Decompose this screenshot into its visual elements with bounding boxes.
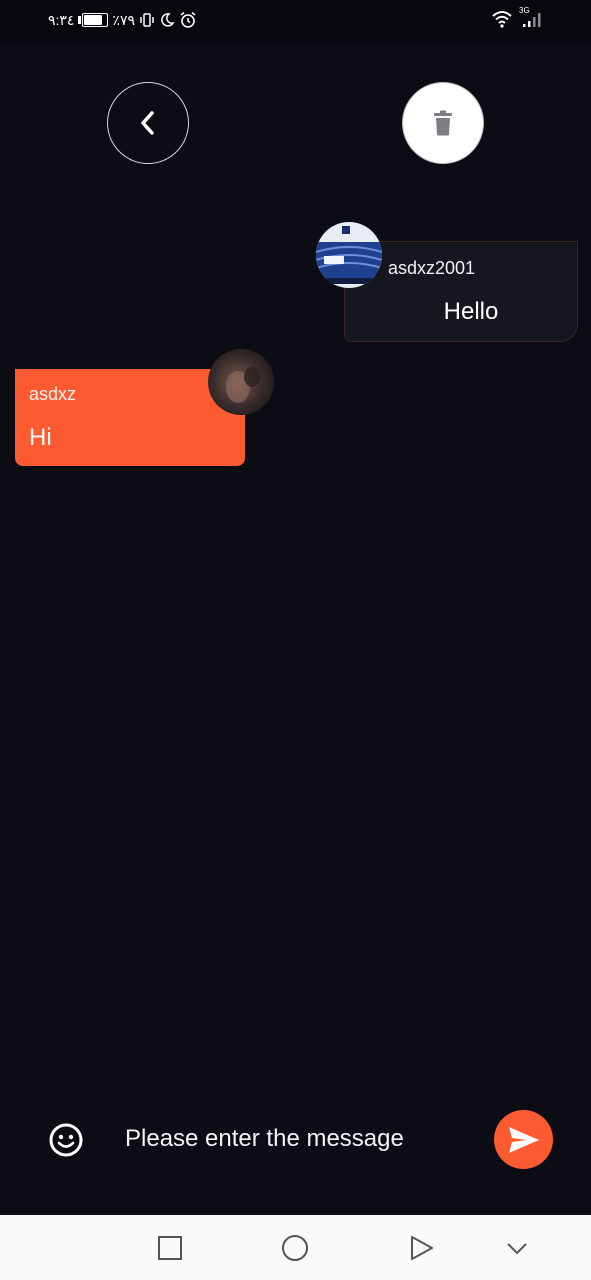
hide-chevron-down-icon (507, 1243, 527, 1255)
back-triangle-icon (411, 1236, 433, 1260)
message-sender: asdxz2001 (388, 258, 476, 278)
avatar-photo-icon (208, 349, 274, 415)
message-text: Hi (29, 424, 52, 451)
recents-button[interactable] (155, 1233, 185, 1263)
back-button[interactable] (107, 82, 189, 164)
chevron-left-icon (141, 111, 154, 135)
message-text: Hello (443, 298, 499, 325)
message-sender: asdxz (29, 384, 77, 404)
emoji-button[interactable] (48, 1122, 84, 1158)
avatar[interactable] (208, 349, 274, 415)
network-type: 3G (519, 6, 530, 15)
system-nav-bar (0, 1215, 591, 1280)
status-time: ٩:٣٤ (48, 11, 75, 28)
hide-nav-button[interactable] (502, 1233, 532, 1263)
alarm-icon (179, 11, 197, 29)
status-bar: ٩:٣٤ ٪٧٩ 3G (0, 0, 591, 42)
avatar-photo-icon (316, 222, 382, 288)
smiley-icon (49, 1123, 83, 1157)
moon-icon (159, 12, 175, 28)
battery-icon (78, 13, 109, 27)
wifi-icon (491, 10, 513, 28)
status-right: 3G (491, 6, 543, 28)
recents-square-icon (158, 1236, 182, 1260)
send-button[interactable] (494, 1110, 553, 1169)
system-back-button[interactable] (406, 1233, 436, 1263)
delete-chat-button[interactable] (402, 82, 484, 164)
vibrate-icon (139, 12, 155, 28)
chat-screen: ٩:٣٤ ٪٧٩ 3G asdxz2001 Hello asdxz Hi Ple… (0, 0, 591, 1280)
signal-icon: 3G (519, 6, 543, 28)
avatar[interactable] (316, 222, 382, 288)
send-icon (508, 1126, 539, 1153)
trash-icon (434, 110, 452, 136)
message-input[interactable] (125, 1118, 465, 1160)
status-left: ٩:٣٤ ٪٧٩ (48, 11, 197, 29)
home-button[interactable] (280, 1233, 310, 1263)
home-circle-icon (282, 1235, 308, 1261)
battery-percent: ٪٧٩ (112, 11, 136, 28)
